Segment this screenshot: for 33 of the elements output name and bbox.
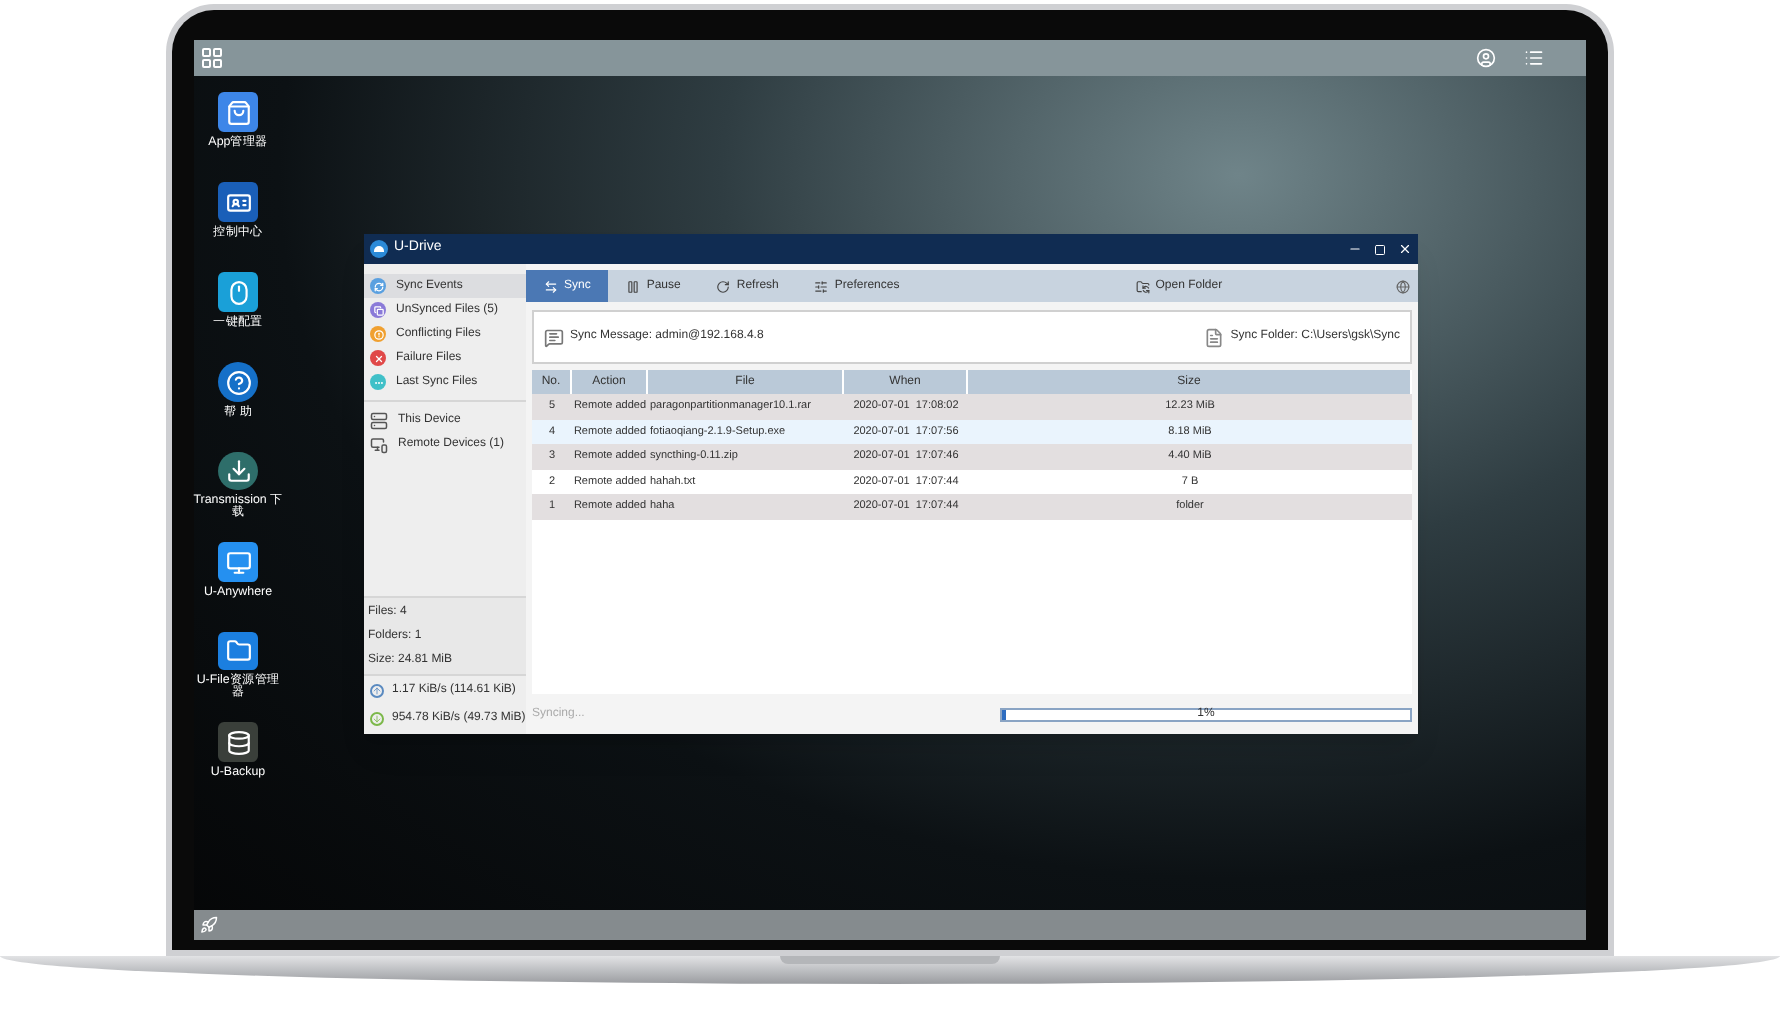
- upload-icon: [370, 684, 384, 698]
- download-icon: [370, 712, 384, 726]
- help-icon[interactable]: [218, 362, 258, 402]
- error-icon: [370, 350, 386, 366]
- maximize-icon[interactable]: [1374, 243, 1386, 255]
- close-icon[interactable]: [1398, 242, 1412, 256]
- folder-file-icon: [1204, 327, 1225, 347]
- preferences-icon: [814, 279, 829, 293]
- list-icon[interactable]: [1524, 48, 1544, 68]
- store-bag-icon[interactable]: [218, 92, 258, 132]
- mouse-icon[interactable]: [218, 272, 258, 312]
- folder-icon[interactable]: [218, 632, 258, 670]
- devices-icon: [370, 435, 388, 453]
- swap-arrows-icon: [544, 279, 558, 293]
- download-icon[interactable]: [218, 452, 258, 490]
- unsynced-icon: [370, 302, 386, 318]
- launcher-icon[interactable]: [200, 916, 218, 934]
- monitor-icon[interactable]: [218, 542, 258, 582]
- warning-icon: [370, 326, 386, 342]
- folder-icon: [1135, 279, 1150, 293]
- app-grid-icon[interactable]: [200, 46, 224, 70]
- database-icon[interactable]: [218, 722, 258, 762]
- minimize-icon[interactable]: [1348, 242, 1362, 256]
- history-icon: [370, 374, 386, 390]
- pause-icon: [626, 279, 641, 293]
- cloud-logo-icon: [370, 240, 388, 258]
- server-icon: [370, 411, 388, 429]
- control-panel-icon[interactable]: [218, 182, 258, 222]
- message-icon: [544, 327, 564, 347]
- refresh-icon: [716, 279, 731, 293]
- globe-icon[interactable]: [1396, 279, 1410, 293]
- sync-icon: [370, 278, 386, 294]
- user-icon[interactable]: [1476, 48, 1496, 68]
